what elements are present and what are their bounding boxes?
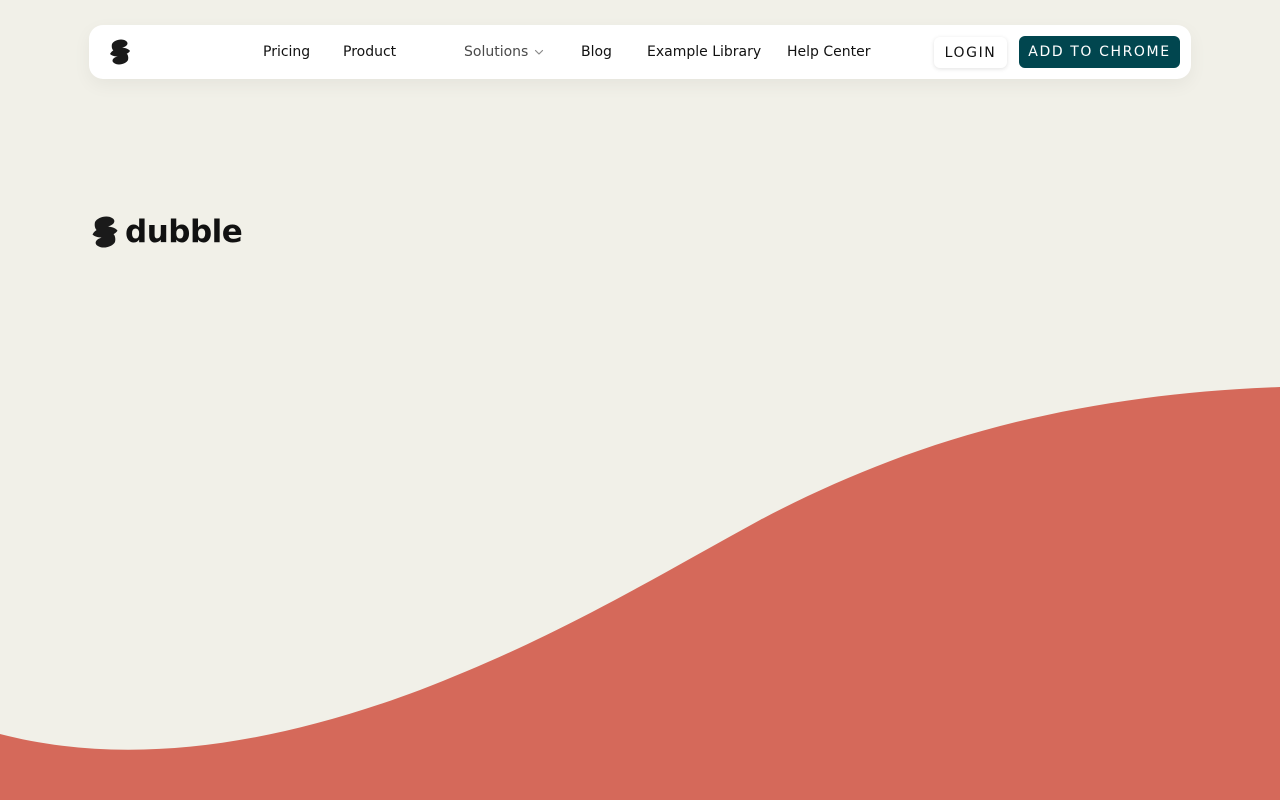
nav-link-pricing[interactable]: Pricing	[263, 25, 310, 79]
nav-link-example-library[interactable]: Example Library	[647, 25, 761, 79]
hero-wave-shape	[0, 387, 1280, 800]
nav-link-product[interactable]: Product	[343, 25, 396, 79]
nav-link-blog[interactable]: Blog	[581, 25, 612, 79]
brand-wordmark: dubble	[125, 214, 243, 250]
nav-link-solutions[interactable]: Solutions	[464, 25, 544, 79]
chevron-down-icon	[535, 49, 544, 55]
hero-brand-logo: dubble	[90, 212, 243, 252]
add-to-chrome-button[interactable]: ADD TO CHROME	[1019, 36, 1180, 68]
nav-link-solutions-label: Solutions	[464, 44, 529, 60]
dubble-logo-icon	[92, 216, 118, 248]
login-button[interactable]: LOGIN	[934, 37, 1007, 68]
dubble-logo-icon[interactable]	[108, 39, 132, 65]
nav-link-help-center[interactable]: Help Center	[787, 25, 871, 79]
top-navbar: Pricing Product Solutions Blog Example L…	[89, 25, 1191, 79]
